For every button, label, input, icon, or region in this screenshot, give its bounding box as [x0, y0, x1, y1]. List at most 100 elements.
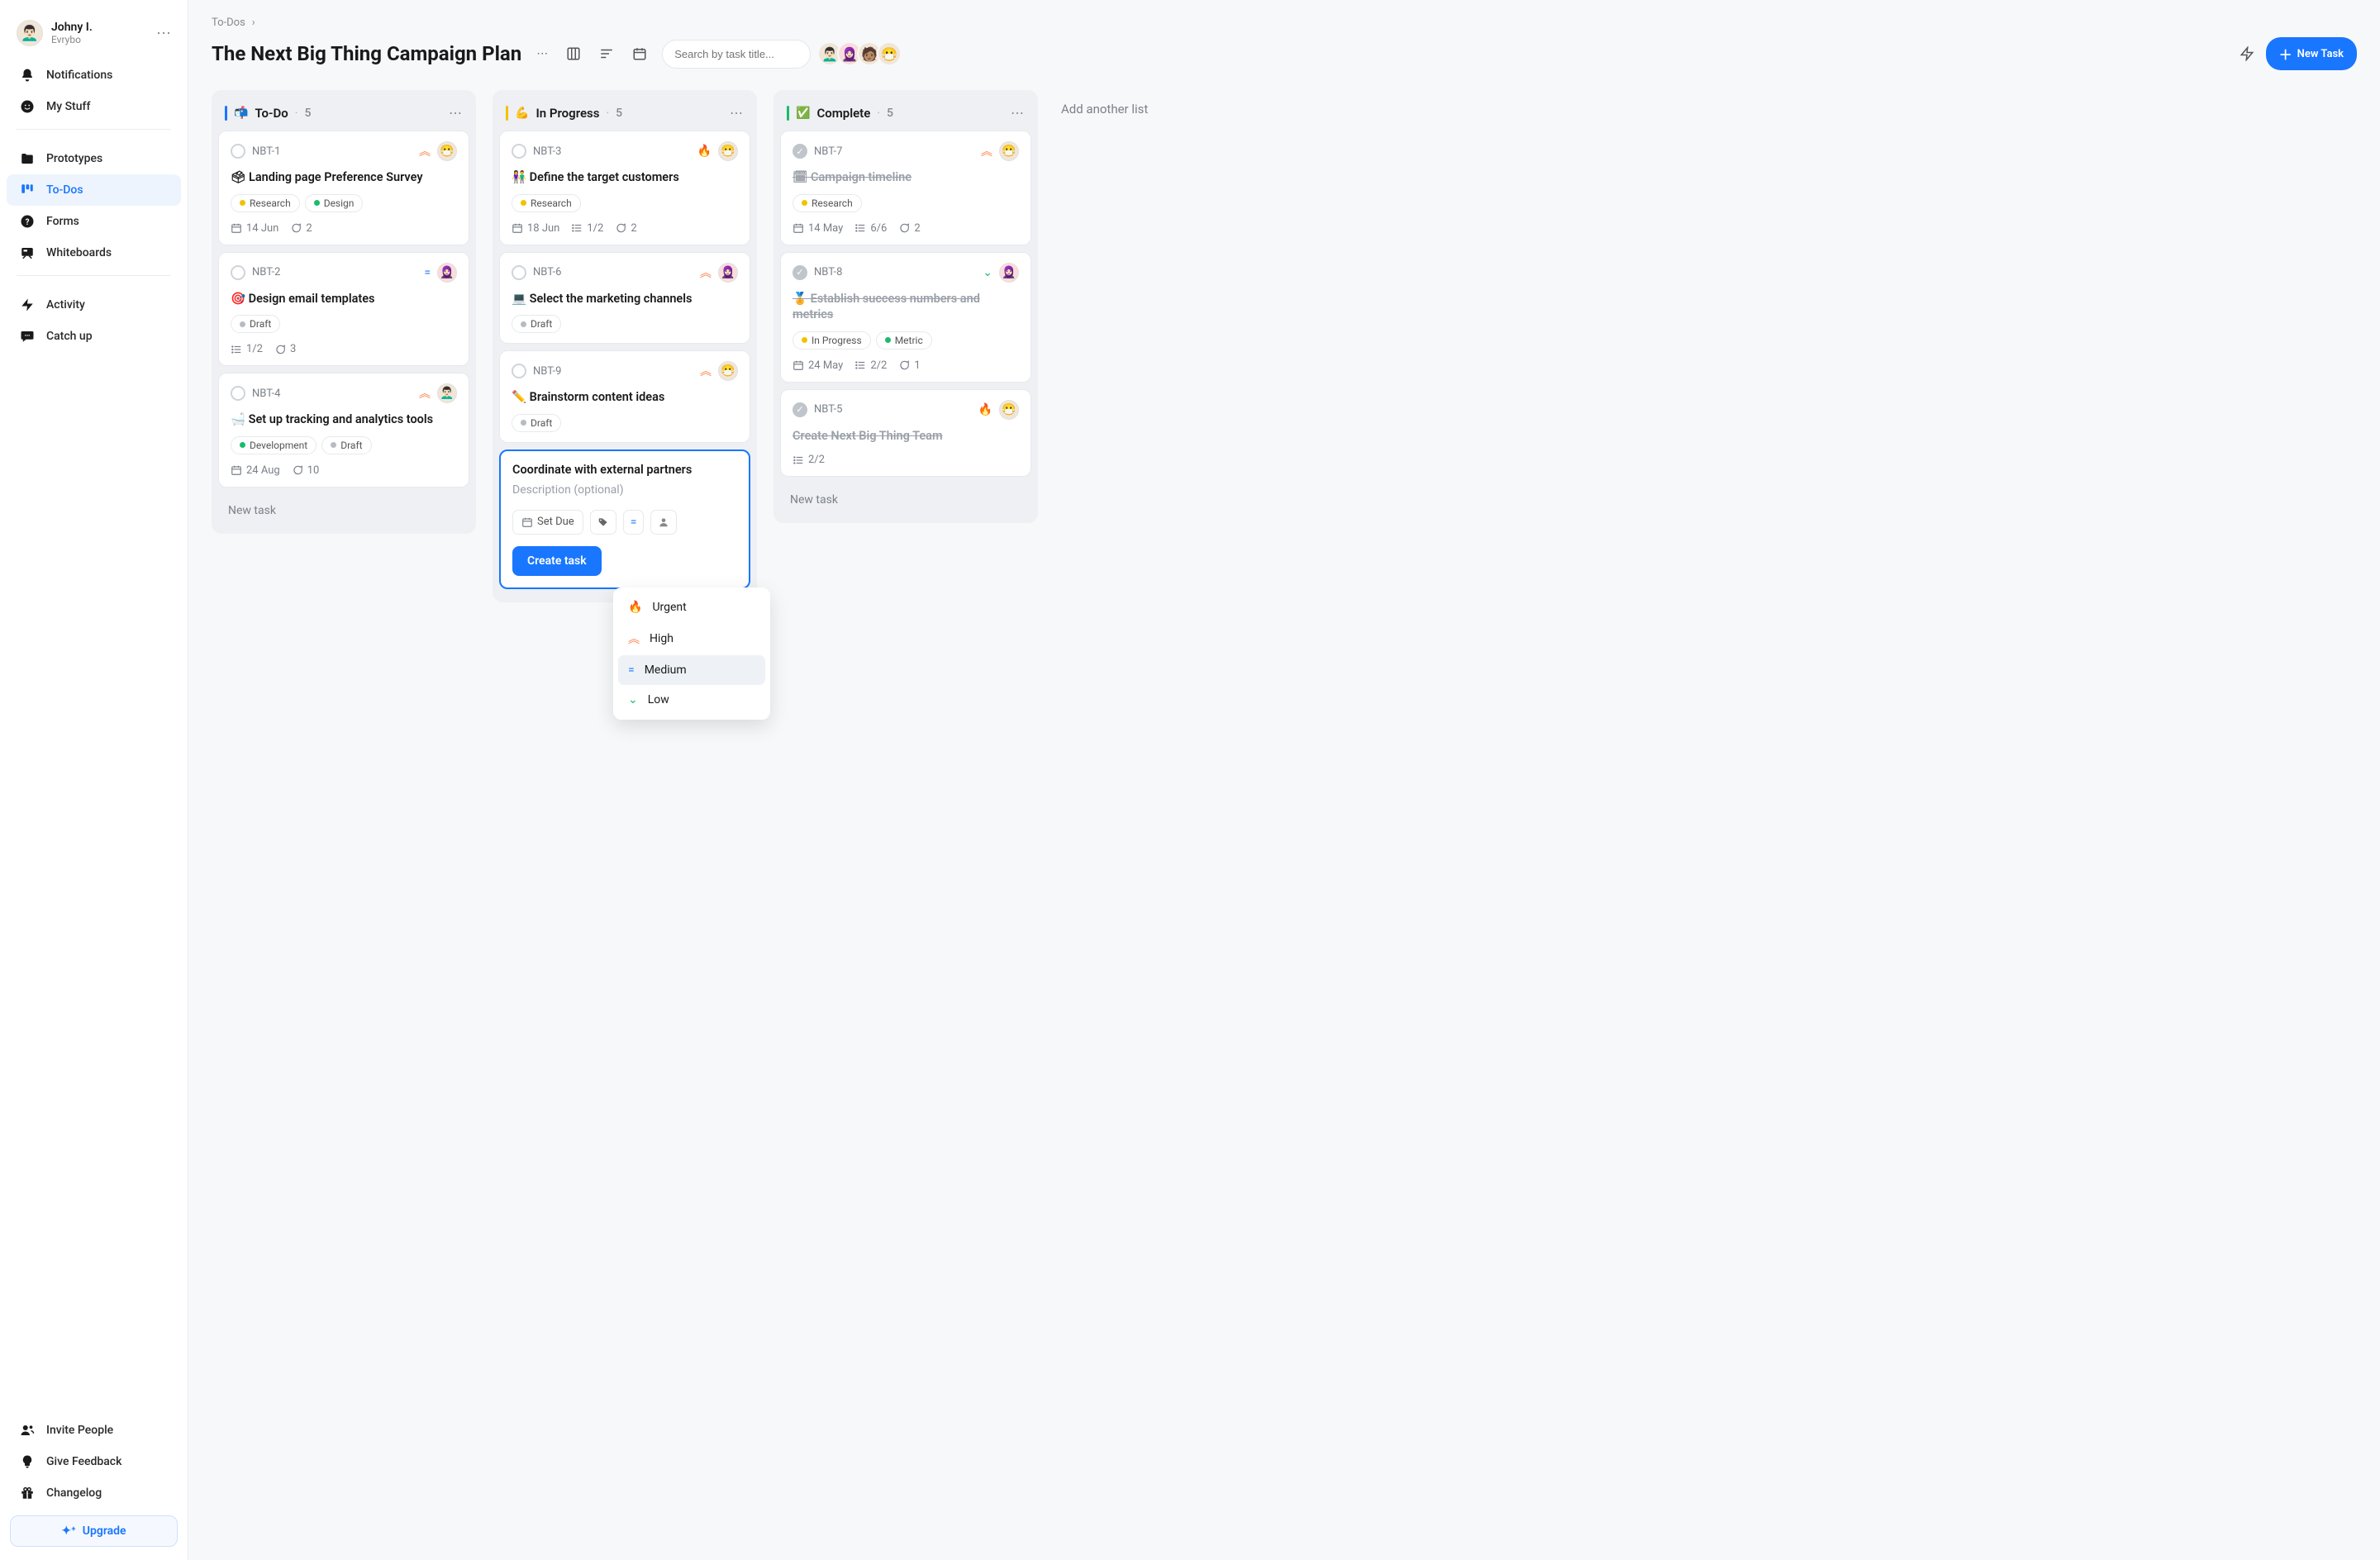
priority-option-urgent[interactable]: 🔥Urgent	[618, 592, 765, 622]
task-card[interactable]: NBT-2=🧕🏻🎯 Design email templatesDraft1/2…	[218, 252, 469, 367]
upgrade-button[interactable]: ✦⁺ Upgrade	[10, 1515, 178, 1547]
compose-title-input[interactable]: Coordinate with external partners	[512, 463, 737, 477]
profile-block[interactable]: 👨🏻‍🦱 Johny I. Evrybo ⋯	[7, 13, 181, 53]
meta-text: 1/2	[587, 222, 603, 235]
new-task-row[interactable]: New task	[218, 494, 469, 527]
sidebar-item-to-dos[interactable]: To-Dos	[7, 174, 181, 206]
tag-dot-icon	[802, 337, 807, 343]
task-id: NBT-7	[814, 145, 842, 158]
task-card[interactable]: NBT-3🔥😷👫 Define the target customersRese…	[499, 131, 750, 245]
assignee-avatar[interactable]: 👨🏻‍🦱	[437, 383, 457, 403]
status-circle-icon[interactable]	[512, 144, 526, 159]
meta-text: 14 May	[808, 222, 843, 235]
task-id: NBT-1	[252, 145, 280, 158]
task-card[interactable]: ✓NBT-5🔥😷Create Next Big Thing Team2/2	[780, 389, 1031, 478]
assignee-avatar[interactable]: 😷	[999, 141, 1019, 161]
meta-item: 14 May	[793, 222, 843, 235]
assignee-avatar[interactable]: 😷	[437, 141, 457, 161]
priority-low-icon: ⌄	[628, 693, 638, 706]
assignee-avatar[interactable]: 🧕🏻	[999, 263, 1019, 283]
sidebar-item-my-stuff[interactable]: My Stuff	[7, 91, 181, 122]
column-more-icon[interactable]: ⋯	[1011, 105, 1025, 121]
board-view-icon[interactable]	[563, 43, 584, 64]
status-circle-icon[interactable]	[512, 265, 526, 280]
assignee-button[interactable]	[650, 510, 677, 535]
status-circle-icon[interactable]	[231, 144, 245, 159]
meta-row: 18 Jun1/22	[512, 222, 738, 235]
sidebar-item-forms[interactable]: ?Forms	[7, 206, 181, 237]
page-header: The Next Big Thing Campaign Plan ⋯ 👨🏻‍🦱🧕…	[212, 37, 2357, 70]
bell-icon	[20, 68, 35, 83]
list-icon	[793, 454, 804, 466]
column-header: 📬To-Do·5⋯	[218, 97, 469, 131]
avatar[interactable]: 😷	[877, 41, 902, 66]
priority-option-low[interactable]: ⌄Low	[618, 685, 765, 715]
nav-divider	[17, 275, 171, 276]
meta-text: 2	[631, 222, 636, 235]
priority-button[interactable]: =	[623, 510, 645, 535]
new-task-button[interactable]: ＋ New Task	[2266, 37, 2357, 70]
compose-card[interactable]: Coordinate with external partners Descrip…	[499, 449, 750, 589]
list-icon	[231, 344, 242, 355]
people-icon	[20, 1423, 35, 1438]
search-box[interactable]	[662, 40, 811, 69]
task-card[interactable]: NBT-6︽🧕🏻💻 Select the marketing channelsD…	[499, 252, 750, 345]
status-circle-icon[interactable]: ✓	[793, 402, 807, 417]
create-task-button[interactable]: Create task	[512, 546, 602, 576]
status-circle-icon[interactable]	[231, 386, 245, 401]
sidebar-item-label: To-Dos	[46, 183, 83, 197]
tag-dot-icon	[314, 200, 320, 206]
search-input[interactable]	[662, 40, 811, 69]
column-more-icon[interactable]: ⋯	[730, 105, 744, 121]
assignee-avatars[interactable]: 👨🏻‍🦱🧕🏻🧑🏽😷	[822, 41, 902, 66]
add-list-button[interactable]: Add another list	[1054, 90, 1154, 128]
status-circle-icon[interactable]	[512, 364, 526, 378]
task-card[interactable]: NBT-4︽👨🏻‍🦱🛁 Set up tracking and analytic…	[218, 373, 469, 488]
status-circle-icon[interactable]: ✓	[793, 265, 807, 280]
column-header: ✅Complete·5⋯	[780, 97, 1031, 131]
sidebar-item-catch-up[interactable]: Catch up	[7, 321, 181, 352]
assignee-avatar[interactable]: 😷	[999, 400, 1019, 420]
assignee-avatar[interactable]: 😷	[718, 361, 738, 381]
task-card[interactable]: ✓NBT-8⌄🧕🏻🏅 Establish success numbers and…	[780, 252, 1031, 383]
sidebar-item-prototypes[interactable]: Prototypes	[7, 143, 181, 174]
priority-icon: ⌄	[983, 266, 992, 279]
sidebar-item-notifications[interactable]: Notifications	[7, 59, 181, 91]
title-more-icon[interactable]: ⋯	[533, 44, 551, 64]
breadcrumb[interactable]: To-Dos ›	[212, 17, 2357, 29]
set-due-button[interactable]: Set Due	[512, 510, 583, 535]
calendar-view-icon[interactable]	[629, 43, 650, 64]
sidebar-item-activity[interactable]: Activity	[7, 289, 181, 321]
list-icon	[854, 359, 866, 371]
assignee-avatar[interactable]: 😷	[718, 141, 738, 161]
tag-dot-icon	[240, 442, 245, 448]
comment-icon	[898, 222, 910, 234]
assignee-avatar[interactable]: 🧕🏻	[437, 263, 457, 283]
priority-option-medium[interactable]: =Medium	[618, 655, 765, 685]
status-circle-icon[interactable]: ✓	[793, 144, 807, 159]
priority-option-high[interactable]: ︽High	[618, 622, 765, 655]
sidebar-item-changelog[interactable]: Changelog	[7, 1477, 181, 1509]
separator-dot: ·	[877, 107, 880, 120]
cal-icon	[793, 359, 804, 371]
sidebar-item-whiteboards[interactable]: Whiteboards	[7, 237, 181, 269]
task-card[interactable]: NBT-1︽😷🗳 Landing page Preference SurveyR…	[218, 131, 469, 245]
column-title: In Progress	[536, 106, 599, 121]
priority-icon: 🔥	[697, 145, 712, 158]
meta-text: 24 May	[808, 359, 843, 372]
sidebar-item-label: Prototypes	[46, 152, 102, 165]
tag-button[interactable]	[590, 510, 616, 535]
sidebar-item-give-feedback[interactable]: Give Feedback	[7, 1446, 181, 1477]
assignee-avatar[interactable]: 🧕🏻	[718, 263, 738, 283]
priority-icon: ︽	[700, 264, 712, 281]
list-view-icon[interactable]	[596, 45, 617, 63]
profile-more-icon[interactable]: ⋯	[156, 25, 171, 42]
column-more-icon[interactable]: ⋯	[449, 105, 463, 121]
sidebar-item-invite-people[interactable]: Invite People	[7, 1415, 181, 1446]
status-circle-icon[interactable]	[231, 265, 245, 280]
new-task-row[interactable]: New task	[780, 483, 1031, 516]
automation-icon[interactable]	[2240, 46, 2254, 61]
compose-description-input[interactable]: Description (optional)	[512, 483, 737, 497]
task-card[interactable]: NBT-9︽😷✏️ Brainstorm content ideasDraft	[499, 350, 750, 443]
task-card[interactable]: ✓NBT-7︽😷🗓 Campaign timelineResearch14 Ma…	[780, 131, 1031, 245]
